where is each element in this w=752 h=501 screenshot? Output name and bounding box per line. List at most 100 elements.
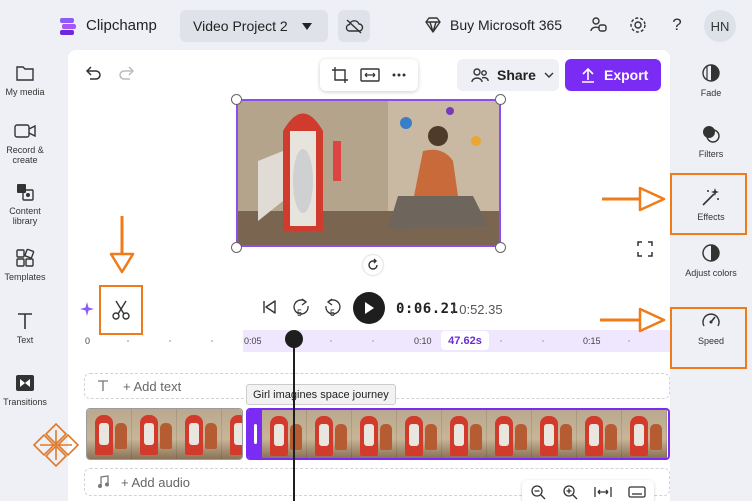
sidebar-item-record-create[interactable]: Record & create bbox=[0, 120, 50, 165]
rewind-5-button[interactable]: 5 bbox=[290, 296, 312, 318]
video-clip[interactable] bbox=[86, 408, 243, 460]
keyboard-icon[interactable] bbox=[628, 485, 646, 499]
avatar[interactable]: HN bbox=[704, 10, 736, 42]
fit-icon[interactable] bbox=[360, 67, 380, 83]
annotation-arrow-down-icon bbox=[109, 216, 135, 274]
ruler-label: 0:10 bbox=[414, 336, 432, 346]
sidebar-item-templates[interactable]: Templates bbox=[0, 247, 50, 282]
ruler-tick bbox=[628, 340, 630, 342]
help-button[interactable]: ? bbox=[666, 14, 688, 36]
clip-thumbnail bbox=[442, 410, 487, 458]
sidebar-item-label: Text bbox=[16, 335, 34, 345]
export-label: Export bbox=[604, 67, 649, 83]
playhead-handle[interactable] bbox=[285, 330, 303, 348]
project-name-dropdown[interactable]: Video Project 2 bbox=[180, 10, 328, 42]
rotate-button[interactable] bbox=[363, 255, 383, 275]
share-button[interactable]: Share bbox=[457, 59, 559, 91]
ruler-tick bbox=[500, 340, 502, 342]
selected-video-clip[interactable] bbox=[246, 408, 670, 460]
sidebar-item-label: My media bbox=[5, 87, 45, 97]
cloud-sync-button[interactable] bbox=[338, 10, 370, 42]
folder-icon bbox=[14, 62, 36, 84]
app-name: Clipchamp bbox=[86, 17, 157, 34]
trim-handle[interactable] bbox=[248, 410, 262, 458]
zoom-controls bbox=[522, 480, 654, 501]
more-options-icon[interactable] bbox=[391, 67, 407, 83]
sidebar-item-transitions[interactable]: Transitions bbox=[0, 372, 50, 407]
settings-button[interactable] bbox=[627, 14, 649, 36]
clip-name-tooltip: Girl imagines space journey bbox=[246, 384, 396, 405]
add-text-label: + Add text bbox=[123, 378, 182, 394]
skip-to-start-button[interactable] bbox=[258, 296, 280, 318]
watermark-logo-icon bbox=[32, 422, 80, 468]
sidebar-item-label: Transitions bbox=[3, 397, 47, 407]
library-icon bbox=[14, 181, 36, 203]
zoom-out-icon[interactable] bbox=[530, 484, 546, 500]
camera-icon bbox=[14, 120, 36, 142]
clip-thumbnail bbox=[222, 409, 242, 459]
sidebar-item-label: Templates bbox=[4, 272, 46, 282]
preview-toolbar bbox=[320, 59, 418, 91]
current-time: 0:06.21 bbox=[396, 301, 459, 317]
sidebar-item-label: Adjust colors bbox=[685, 268, 737, 278]
redo-icon[interactable] bbox=[116, 63, 138, 85]
annotation-arrow-right-icon bbox=[602, 186, 666, 212]
undo-icon[interactable] bbox=[82, 63, 104, 85]
total-time: / 0:52.35 bbox=[452, 302, 503, 317]
clipchamp-logo-icon bbox=[60, 18, 76, 35]
sidebar-item-text[interactable]: Text bbox=[0, 310, 50, 345]
play-button[interactable] bbox=[353, 292, 385, 324]
community-button[interactable] bbox=[588, 14, 610, 36]
buy-microsoft-365-label: Buy Microsoft 365 bbox=[450, 17, 563, 33]
resize-handle[interactable] bbox=[231, 94, 242, 105]
sidebar-item-my-media[interactable]: My media bbox=[0, 62, 50, 97]
zoom-in-icon[interactable] bbox=[562, 484, 578, 500]
resize-handle[interactable] bbox=[495, 94, 506, 105]
clip-thumbnail bbox=[177, 409, 222, 459]
rewind-seconds: 5 bbox=[297, 308, 303, 318]
fit-timeline-icon[interactable] bbox=[594, 485, 612, 499]
split-button[interactable] bbox=[99, 285, 143, 335]
fullscreen-icon[interactable] bbox=[636, 240, 654, 258]
text-icon bbox=[98, 380, 108, 391]
forward-5-button[interactable]: 5 bbox=[322, 296, 344, 318]
play-icon bbox=[365, 302, 374, 314]
video-preview[interactable] bbox=[236, 99, 501, 247]
resize-handle[interactable] bbox=[495, 242, 506, 253]
adjust-colors-icon bbox=[700, 242, 722, 264]
playhead-line[interactable] bbox=[293, 340, 295, 501]
sidebar-item-adjust-colors[interactable]: Adjust colors bbox=[670, 242, 752, 278]
fade-icon bbox=[700, 62, 722, 84]
resize-handle[interactable] bbox=[231, 242, 242, 253]
clip-thumbnail bbox=[307, 410, 352, 458]
sidebar-item-label: Fade bbox=[700, 88, 722, 98]
sidebar-item-label: Content library bbox=[9, 206, 41, 226]
rotate-icon bbox=[368, 258, 378, 270]
ruler-tick bbox=[211, 340, 213, 342]
music-note-icon bbox=[98, 475, 109, 488]
ruler-label: 0:15 bbox=[583, 336, 601, 346]
ruler-tick bbox=[330, 340, 332, 342]
templates-icon bbox=[14, 247, 36, 269]
gear-icon bbox=[630, 17, 646, 33]
ruler-tick bbox=[372, 340, 374, 342]
sidebar-item-content-library[interactable]: Content library bbox=[0, 181, 50, 226]
filters-icon bbox=[700, 123, 722, 145]
sparkle-icon[interactable] bbox=[78, 300, 96, 318]
scissors-icon bbox=[112, 300, 130, 320]
sidebar-item-filters[interactable]: Filters bbox=[670, 123, 752, 159]
right-sidebar: Fade Filters Effects Adjust colors Speed bbox=[670, 50, 752, 501]
crop-icon[interactable] bbox=[331, 66, 349, 84]
project-name: Video Project 2 bbox=[193, 18, 288, 34]
add-audio-label: + Add audio bbox=[121, 474, 191, 490]
clip-thumbnail bbox=[87, 409, 132, 459]
buy-microsoft-365-button[interactable]: Buy Microsoft 365 bbox=[424, 14, 562, 36]
share-label: Share bbox=[497, 67, 536, 83]
people-icon bbox=[471, 68, 489, 83]
text-icon bbox=[14, 310, 36, 332]
ruler-tick bbox=[169, 340, 171, 342]
ruler-tick bbox=[127, 340, 129, 342]
sidebar-item-fade[interactable]: Fade bbox=[670, 62, 752, 98]
annotation-highlight-effects bbox=[670, 173, 747, 235]
export-button[interactable]: Export bbox=[565, 59, 661, 91]
